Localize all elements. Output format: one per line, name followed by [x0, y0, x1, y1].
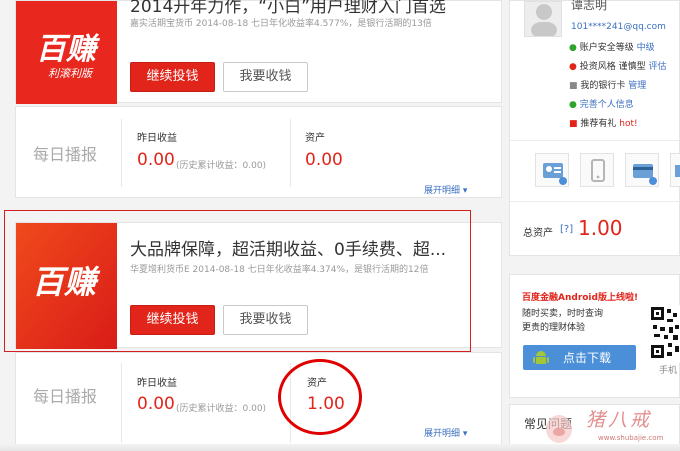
expand-details-label: 展开明细 [424, 429, 461, 439]
bank-manage-link[interactable]: 管理 [628, 81, 646, 91]
app-promo-line2: 更贵的理财体验 [522, 323, 586, 333]
withdraw-button[interactable]: 我要收钱 [223, 62, 308, 92]
highlight-rectangle [4, 210, 471, 352]
watermark-text: 猪八戒 [586, 409, 653, 431]
credit-card-icon [633, 164, 657, 185]
bank-card-tile[interactable] [625, 153, 659, 187]
divider [290, 119, 291, 187]
mobile-phone-icon [591, 159, 605, 182]
qr-code-image [649, 305, 680, 363]
total-assets-label: 总资产 [523, 228, 553, 239]
yesterday-earnings-value: 0.00 [137, 394, 175, 414]
expand-details-link[interactable]: 展开明细 ▾ [424, 426, 467, 439]
yesterday-earnings-label: 昨日收益 [137, 133, 177, 144]
security-row: ● 账户安全等级 中级 [569, 40, 655, 53]
window-bottom-edge [0, 444, 680, 451]
risk-style-icon: ● [569, 62, 577, 72]
account-card: 谭志明 101****241@qq.com ● 账户安全等级 中级 ● 投资风格… [509, 0, 680, 256]
qr-code [649, 305, 680, 363]
product-subtitle: 嘉实活期宝货币 2014-08-18 七日年化收益率4.577%，是银行活期的1… [130, 19, 432, 29]
divider [510, 201, 680, 202]
broadcast-label: 每日播报 [33, 387, 98, 406]
risk-assess-link[interactable]: 评估 [648, 62, 666, 72]
piggy-mascot-icon [546, 415, 572, 443]
complete-info-link[interactable]: 完善个人信息 [580, 100, 634, 110]
email-tile[interactable] [670, 153, 680, 187]
app-promo-line1: 随时买卖，时时查询 [522, 309, 604, 319]
daily-broadcast-1: 每日播报 昨日收益 0.00 (历史累计收益：0.00) 资产 0.00 展开明… [15, 106, 502, 198]
referral-label[interactable]: 推荐有礼 [580, 119, 616, 129]
total-assets-value: 1.00 [578, 216, 623, 240]
product-card-1: 百赚 利滚利版 2014开年力作，“小白”用户理财入门首选 嘉实活期宝货币 20… [15, 0, 502, 104]
chevron-down-icon: ▾ [462, 186, 468, 196]
broadcast-label: 每日播报 [33, 145, 98, 164]
history-earnings-note: (历史累计收益：0.00) [176, 404, 267, 414]
complete-info-row[interactable]: ● 完善个人信息 [569, 97, 634, 110]
divider [510, 140, 680, 141]
bank-card-icon: ■ [569, 81, 578, 91]
highlight-circle [278, 359, 362, 435]
divider [121, 119, 122, 187]
logo-subtext: 利滚利版 [48, 67, 94, 80]
shield-check-icon: ● [569, 43, 577, 53]
mail-icon [675, 165, 680, 177]
help-icon[interactable]: [?] [560, 224, 573, 235]
risk-row: ● 投资风格 谨慎型 评估 [569, 59, 667, 72]
avatar[interactable] [524, 1, 562, 37]
chevron-down-icon: ▾ [462, 429, 468, 439]
hot-badge: hot! [619, 119, 638, 129]
yesterday-earnings-label: 昨日收益 [137, 378, 177, 389]
id-card-icon [543, 163, 567, 185]
product-title: 2014开年力作，“小白”用户理财入门首选 [130, 0, 446, 17]
android-download-button[interactable]: 点击下载 [523, 345, 636, 370]
logo-text: 百赚 [36, 32, 101, 67]
download-button-label: 点击下载 [563, 351, 612, 365]
baizhuan-logo: 百赚 利滚利版 [16, 1, 117, 104]
app-promo-card: 百度金融Android版上线啦! 随时买卖，时时查询 更贵的理财体验 点击下载 [509, 274, 680, 398]
expand-details-link[interactable]: 展开明细 ▾ [424, 183, 467, 196]
security-level: 中级 [636, 43, 655, 53]
android-icon [533, 351, 549, 364]
security-label: 账户安全等级 [579, 43, 634, 53]
yesterday-earnings-value: 0.00 [137, 150, 175, 170]
expand-details-label: 展开明细 [424, 186, 461, 196]
phone-tile[interactable] [580, 153, 614, 187]
bank-label: 我的银行卡 [580, 81, 626, 91]
assets-value: 0.00 [305, 150, 343, 170]
divider [121, 363, 122, 443]
assets-label: 资产 [305, 133, 325, 144]
gift-icon: ■ [569, 119, 578, 129]
id-card-tile[interactable] [535, 153, 569, 187]
user-email: 101****241@qq.com [571, 22, 666, 32]
history-earnings-note: (历史累计收益：0.00) [176, 161, 267, 171]
app-promo-title: 百度金融Android版上线啦! [522, 293, 639, 303]
invest-button[interactable]: 继续投钱 [130, 62, 215, 92]
user-silhouette-icon [531, 4, 557, 36]
daily-broadcast-2: 每日播报 昨日收益 0.00 (历史累计收益：0.00) 资产 1.00 展开明… [15, 352, 502, 451]
user-name: 谭志明 [571, 0, 608, 12]
baizhuan-logo-art: 百赚 利滚利版 [16, 1, 117, 104]
bank-row: ■ 我的银行卡 管理 [569, 78, 646, 91]
risk-label: 投资风格 谨慎型 [579, 62, 646, 72]
qr-caption: 手机 [659, 366, 678, 376]
referral-row[interactable]: ■ 推荐有礼 hot! [569, 116, 638, 129]
check-icon: ● [569, 100, 577, 110]
watermark-url: www.shubajie.com [598, 434, 664, 442]
